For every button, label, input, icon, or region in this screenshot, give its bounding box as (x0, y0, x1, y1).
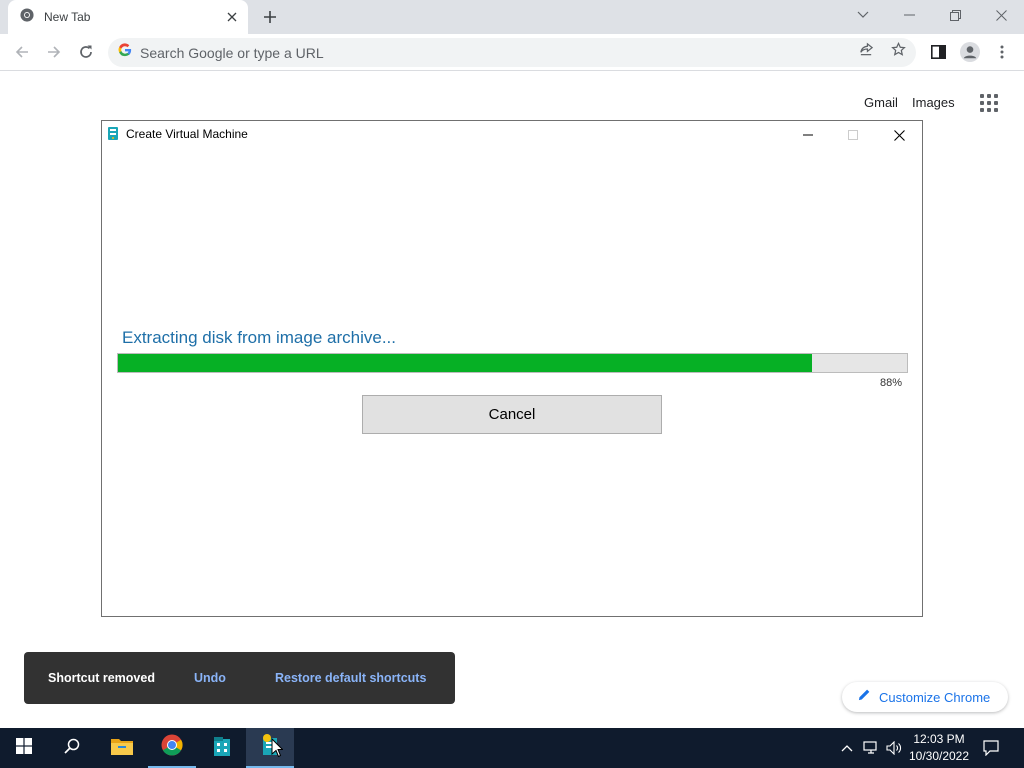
dialog-title: Create Virtual Machine (126, 127, 248, 141)
tab-new-tab[interactable]: New Tab (8, 0, 248, 34)
dialog-maximize-icon (839, 123, 867, 147)
file-explorer-icon (111, 737, 133, 760)
kebab-menu-icon[interactable] (988, 38, 1016, 66)
pencil-icon (858, 688, 871, 706)
mouse-cursor-icon (271, 737, 284, 758)
tab-strip: New Tab (0, 0, 1024, 34)
profile-avatar-icon[interactable] (956, 38, 984, 66)
taskbar-chrome[interactable] (148, 728, 196, 768)
tray-chevron-up-icon[interactable] (838, 738, 856, 758)
windows-taskbar: 12:03 PM 10/30/2022 (0, 728, 1024, 768)
chrome-icon (20, 7, 34, 27)
taskbar-vm-app[interactable] (246, 728, 294, 768)
building-app-icon (211, 735, 233, 762)
dialog-minimize-icon[interactable] (794, 123, 822, 147)
share-icon[interactable] (857, 40, 875, 58)
vm-app-icon (107, 126, 119, 141)
restore-default-shortcuts-button[interactable]: Restore default shortcuts (275, 671, 426, 685)
shortcut-removed-snackbar: Shortcut removed Undo Restore default sh… (24, 652, 455, 704)
browser-toolbar (0, 34, 1024, 71)
window-close-icon[interactable] (978, 0, 1024, 30)
google-apps-icon[interactable] (980, 94, 1000, 112)
cancel-button[interactable]: Cancel (362, 395, 662, 434)
tab-title: New Tab (44, 10, 91, 24)
start-button[interactable] (0, 728, 48, 768)
dialog-close-icon[interactable] (885, 123, 913, 147)
reload-icon[interactable] (72, 38, 100, 66)
taskbar-file-explorer[interactable] (98, 728, 146, 768)
customize-chrome-button[interactable]: Customize Chrome (842, 682, 1008, 712)
gmail-link[interactable]: Gmail (864, 95, 898, 110)
clock-time: 12:03 PM (913, 732, 965, 746)
taskbar-building-app[interactable] (198, 728, 246, 768)
progress-bar (117, 353, 908, 373)
new-tab-button[interactable] (258, 5, 282, 29)
forward-arrow-icon[interactable] (40, 38, 68, 66)
google-g-icon (118, 43, 132, 62)
window-restore-icon[interactable] (932, 0, 978, 30)
back-arrow-icon[interactable] (8, 38, 36, 66)
window-minimize-icon[interactable] (886, 0, 932, 30)
progress-percent-label: 88% (879, 377, 902, 389)
customize-chrome-label: Customize Chrome (879, 689, 991, 705)
progress-status-text: Extracting disk from image archive... (122, 328, 396, 347)
network-icon[interactable] (862, 738, 880, 758)
search-icon (64, 738, 80, 759)
taskbar-search-button[interactable] (48, 728, 96, 768)
dialog-titlebar[interactable]: Create Virtual Machine (102, 121, 922, 147)
progress-bar-fill (118, 354, 813, 372)
clock-date: 10/30/2022 (908, 749, 970, 763)
omnibox[interactable] (108, 38, 916, 67)
create-vm-dialog: Create Virtual Machine Extracting disk f… (101, 120, 923, 617)
undo-button[interactable]: Undo (194, 671, 226, 685)
search-input[interactable] (140, 44, 840, 61)
chrome-icon (161, 734, 183, 761)
volume-icon[interactable] (885, 738, 903, 758)
images-link[interactable]: Images (912, 95, 955, 110)
bookmark-star-icon[interactable] (889, 40, 907, 58)
tab-close-icon[interactable] (222, 7, 242, 27)
windows-start-icon (16, 737, 32, 759)
taskbar-clock[interactable]: 12:03 PM 10/30/2022 (904, 731, 974, 765)
snackbar-message: Shortcut removed (48, 671, 155, 685)
notification-center-icon[interactable] (982, 738, 1000, 758)
tab-search-chevron-down-icon[interactable] (840, 0, 886, 30)
side-panel-icon[interactable] (924, 38, 952, 66)
